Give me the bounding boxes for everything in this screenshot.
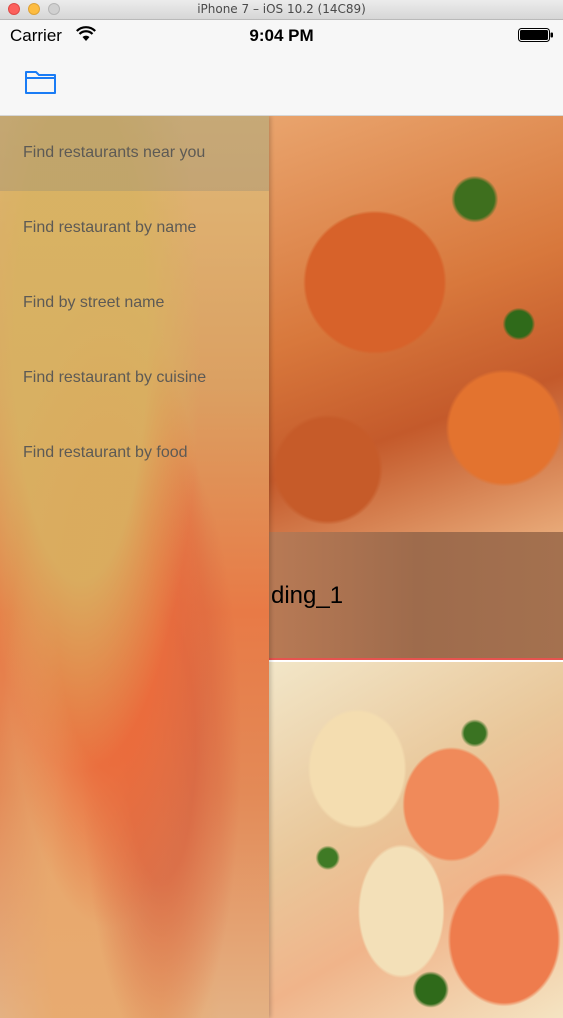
meatball-dish-image[interactable] — [269, 116, 563, 532]
menu-item-restaurant-by-name[interactable]: Find restaurant by name — [0, 191, 269, 266]
window-title: iPhone 7 – iOS 10.2 (14C89) — [197, 2, 366, 16]
cell-title: ding_1 — [271, 582, 344, 609]
menu-item-restaurants-near-you[interactable]: Find restaurants near you — [0, 116, 269, 191]
status-time: 9:04 PM — [249, 26, 314, 45]
status-bar: Carrier 9:04 PM — [0, 20, 563, 52]
menu-item-restaurant-by-cuisine[interactable]: Find restaurant by cuisine — [0, 341, 269, 416]
menu-item-label: Find restaurant by name — [23, 219, 197, 236]
list-item[interactable]: ding_1 — [269, 532, 563, 660]
menu-item-label: Find restaurant by food — [23, 444, 188, 461]
menu-item-restaurant-by-food[interactable]: Find restaurant by food — [0, 416, 269, 491]
navigation-bar — [0, 52, 563, 116]
side-menu: Find restaurants near you Find restauran… — [0, 116, 269, 1018]
battery-icon — [518, 28, 553, 42]
simulator-title-bar: iPhone 7 – iOS 10.2 (14C89) — [0, 0, 563, 20]
shrimp-pasta-image[interactable] — [269, 662, 563, 1018]
menu-item-by-street-name[interactable]: Find by street name — [0, 266, 269, 341]
menu-item-label: Find restaurant by cuisine — [23, 369, 207, 386]
folder-icon[interactable] — [22, 66, 60, 98]
device-screen: Carrier 9:04 PM ding_1 Find restaurants … — [0, 20, 563, 1018]
menu-item-label: Find by street name — [23, 294, 165, 311]
menu-item-label: Find restaurants near you — [23, 144, 206, 161]
